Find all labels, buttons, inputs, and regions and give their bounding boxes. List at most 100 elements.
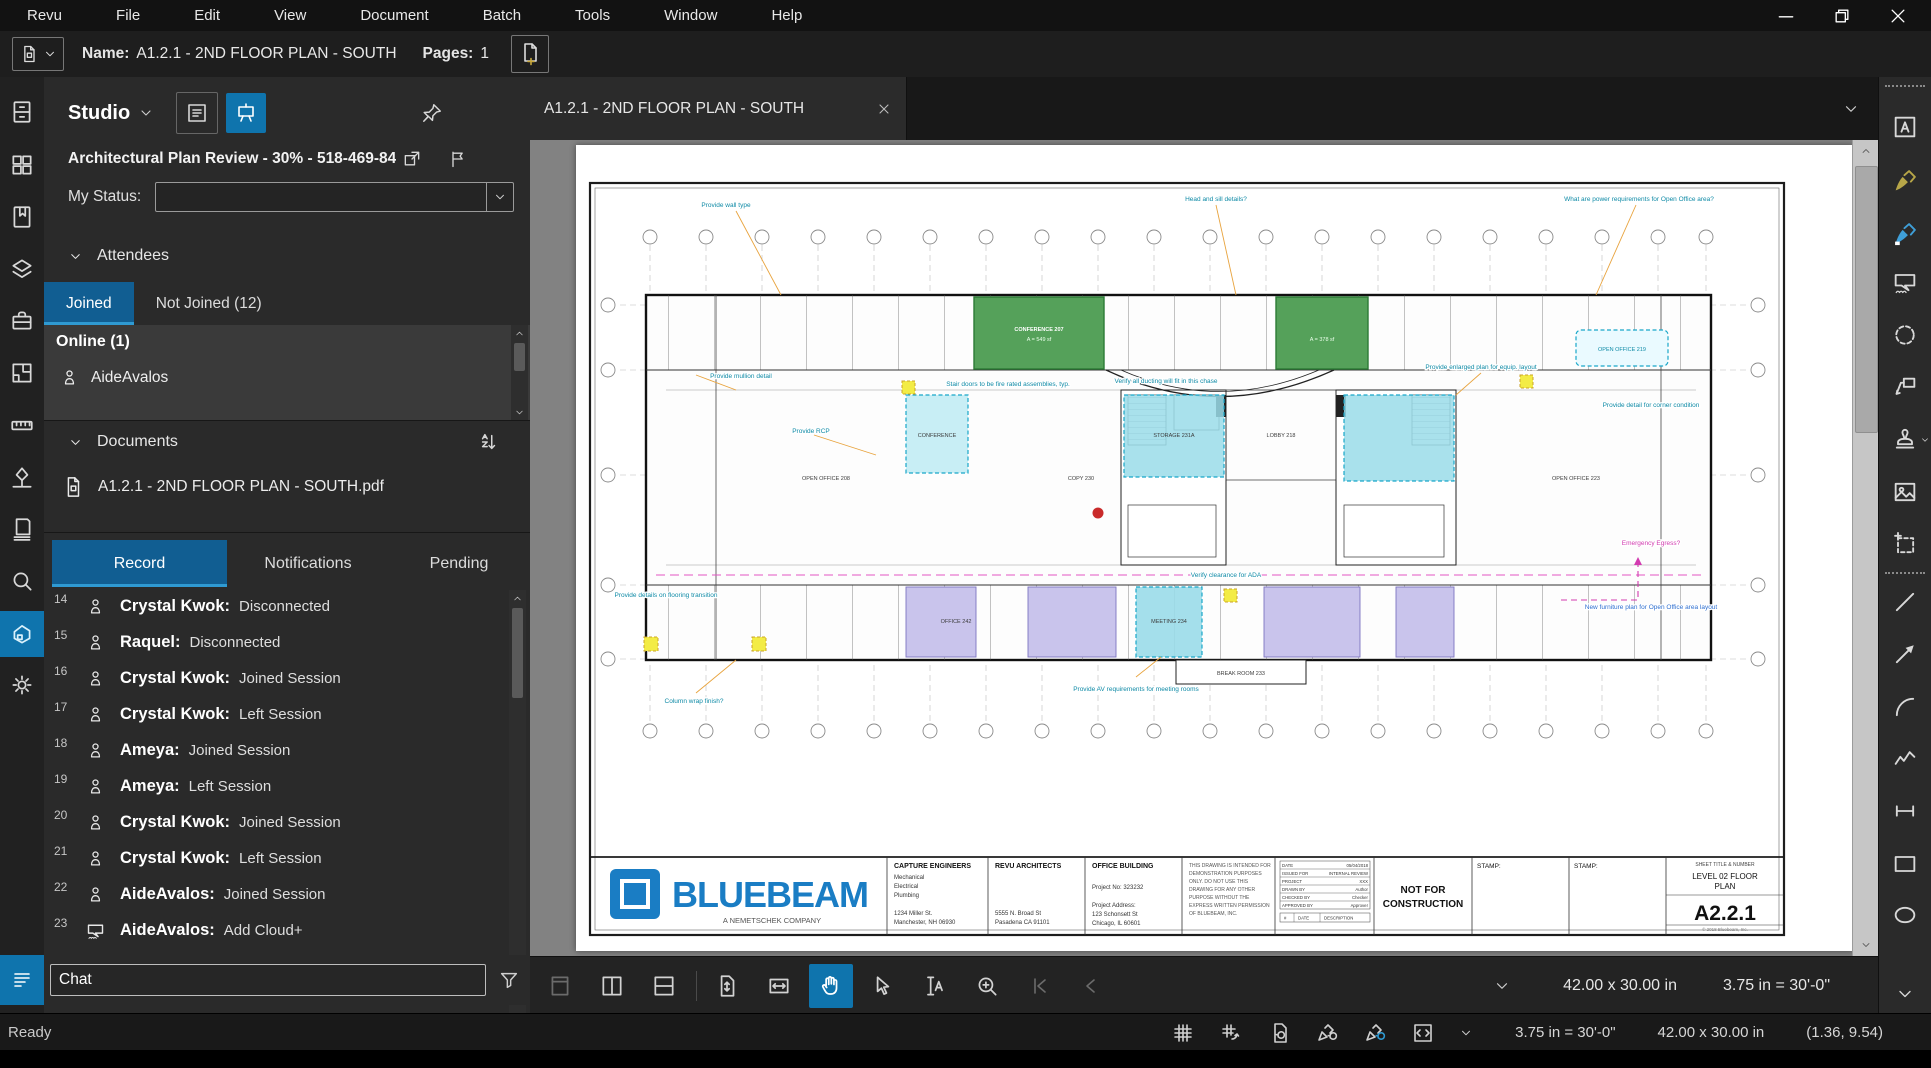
scroll-up-icon[interactable] (511, 325, 528, 341)
status-scale[interactable]: 3.75 in = 30'-0" (1515, 1024, 1615, 1041)
scrollbar[interactable] (511, 325, 528, 420)
markup-sync-icon[interactable] (1363, 1021, 1387, 1045)
markup-restore-icon[interactable] (1315, 1021, 1339, 1045)
documents-header[interactable]: Documents (68, 433, 178, 451)
close-icon[interactable] (1887, 5, 1909, 27)
menu-view[interactable]: View (247, 7, 333, 24)
plan-annotation[interactable]: Stair doors to be fire rated assemblies,… (946, 381, 1070, 388)
plan-annotation[interactable]: Provide mullion detail (710, 373, 772, 380)
settings-gear-icon[interactable] (0, 663, 44, 707)
first-page-icon[interactable] (1017, 964, 1061, 1008)
scroll-up-icon[interactable] (1853, 140, 1878, 162)
plan-annotation[interactable]: Provide enlarged plan for equip. layout (1425, 364, 1536, 371)
session-board-button[interactable] (226, 93, 266, 133)
tab-joined[interactable]: Joined (44, 282, 134, 325)
arrow-tool-icon[interactable] (1888, 637, 1922, 671)
new-page-button[interactable] (511, 35, 549, 73)
markup-list-button[interactable] (176, 92, 218, 134)
text-box-tool-icon[interactable] (1888, 110, 1922, 144)
scroll-down-icon[interactable] (511, 404, 528, 420)
file-access-icon[interactable] (0, 90, 44, 134)
tab-not-joined[interactable]: Not Joined (12) (134, 282, 284, 325)
toolbar-drag-handle[interactable] (1885, 85, 1925, 87)
record-row[interactable]: 21 Crystal Kwok: Left Session (44, 840, 530, 876)
plan-annotation[interactable]: Verify all ducting will fit in this chas… (1115, 378, 1218, 385)
studio-panel-icon[interactable] (0, 611, 44, 657)
bookmarks-icon[interactable] (0, 195, 44, 239)
record-row[interactable]: 20 Crystal Kwok: Joined Session (44, 804, 530, 840)
sets-icon[interactable] (0, 507, 44, 551)
menu-window[interactable]: Window (637, 7, 744, 24)
tool-chest-icon[interactable] (0, 299, 44, 343)
select-text-icon[interactable] (913, 964, 957, 1008)
compare-toggle-icon[interactable] (1411, 1021, 1435, 1045)
record-row[interactable]: 14 Crystal Kwok: Disconnected (44, 588, 530, 624)
previous-page-icon[interactable] (1069, 964, 1113, 1008)
plan-annotation[interactable]: Emergency Egress? (1622, 540, 1681, 547)
cloud-plus-tool-icon[interactable] (1888, 265, 1922, 299)
plan-annotation[interactable]: Provide wall type (701, 202, 751, 209)
toolbar-overflow-chevron-icon[interactable] (1888, 977, 1922, 1011)
plan-annotation[interactable]: Verify clearance for ADA (1191, 572, 1262, 579)
pdf-page[interactable]: Provide wall type Head and sill details?… (576, 145, 1853, 951)
scroll-thumb[interactable] (512, 608, 523, 698)
tab-overflow-chevron-icon[interactable] (1842, 100, 1878, 118)
menu-document[interactable]: Document (333, 7, 455, 24)
polyline-tool-icon[interactable] (1888, 741, 1922, 775)
fit-width-icon[interactable] (757, 964, 801, 1008)
markup-pen-icon[interactable] (0, 455, 44, 499)
plan-annotation[interactable]: Provide detail for corner condition (1603, 402, 1700, 409)
search-icon[interactable] (0, 559, 44, 603)
grid-toggle-icon[interactable] (1171, 1021, 1195, 1045)
filter-funnel-icon[interactable] (498, 969, 520, 991)
menu-tools[interactable]: Tools (548, 7, 637, 24)
measurements-icon[interactable] (0, 403, 44, 447)
restore-icon[interactable] (1831, 5, 1853, 27)
pen-tool-icon[interactable] (1888, 217, 1922, 251)
menu-revu[interactable]: Revu (0, 7, 89, 24)
single-page-view-icon[interactable] (538, 964, 582, 1008)
tab-pending[interactable]: Pending (389, 540, 529, 587)
image-tool-icon[interactable] (1888, 475, 1922, 509)
attendee-row[interactable]: AideAvalos (60, 367, 168, 388)
plan-annotation[interactable]: What are power requirements for Open Off… (1564, 196, 1714, 203)
menu-help[interactable]: Help (744, 7, 829, 24)
toolbar-overflow-chevron-icon[interactable] (1487, 977, 1517, 995)
plan-annotation[interactable]: Column wrap finish? (665, 698, 724, 705)
chevron-down-icon[interactable] (486, 183, 513, 211)
chat-input[interactable] (50, 964, 486, 996)
menu-batch[interactable]: Batch (456, 7, 548, 24)
snapshot-tool-icon[interactable] (1888, 527, 1922, 561)
record-row[interactable]: 19 Ameya: Left Session (44, 768, 530, 804)
arc-tool-icon[interactable] (1888, 690, 1922, 724)
pdf-canvas[interactable]: Provide wall type Head and sill details?… (530, 140, 1878, 956)
record-row[interactable]: 22 AideAvalos: Joined Session (44, 876, 530, 912)
line-tool-icon[interactable] (1888, 585, 1922, 619)
chevron-down-icon[interactable] (138, 105, 154, 121)
chevron-down-icon[interactable] (1459, 1026, 1473, 1040)
record-row[interactable]: 18 Ameya: Joined Session (44, 732, 530, 768)
plan-annotation[interactable]: Head and sill details? (1185, 196, 1247, 203)
fit-page-icon[interactable] (705, 964, 749, 1008)
pan-hand-tool[interactable] (809, 964, 853, 1008)
dimension-tool-icon[interactable] (1888, 794, 1922, 828)
ellipse-tool-icon[interactable] (1888, 898, 1922, 932)
select-tool-icon[interactable] (861, 964, 905, 1008)
close-tab-icon[interactable] (876, 101, 892, 117)
document-menu-button[interactable] (12, 37, 64, 71)
tab-notifications[interactable]: Notifications (227, 540, 389, 587)
thumbnails-icon[interactable] (0, 143, 44, 187)
rectangle-tool-icon[interactable] (1888, 847, 1922, 881)
scroll-down-icon[interactable] (1853, 934, 1878, 956)
attendees-header[interactable]: Attendees (68, 247, 169, 265)
session-expand-icon[interactable] (396, 144, 428, 174)
split-vertical-icon[interactable] (590, 964, 634, 1008)
session-settings-icon[interactable] (442, 144, 474, 174)
record-row[interactable]: 16 Crystal Kwok: Joined Session (44, 660, 530, 696)
menu-file[interactable]: File (89, 7, 167, 24)
plan-annotation[interactable]: New furniture plan for Open Office area … (1585, 604, 1718, 611)
split-horizontal-icon[interactable] (642, 964, 686, 1008)
scroll-up-icon[interactable] (509, 590, 526, 606)
menu-edit[interactable]: Edit (167, 7, 247, 24)
pin-panel-icon[interactable] (412, 93, 452, 133)
